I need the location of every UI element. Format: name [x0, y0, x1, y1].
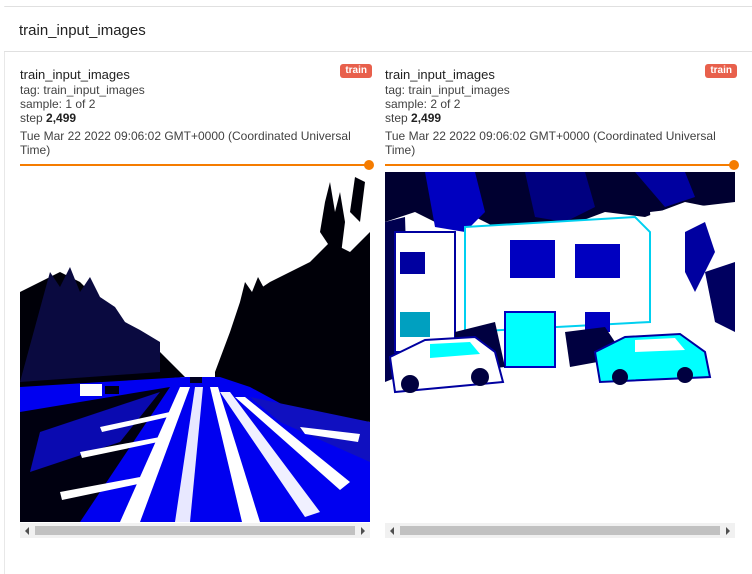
- sample-value: 2 of 2: [430, 97, 461, 111]
- card-title: train_input_images: [20, 67, 130, 82]
- step-slider[interactable]: [385, 160, 739, 170]
- slider-track: [385, 164, 733, 166]
- left-divider: [4, 6, 5, 574]
- top-divider: [4, 0, 752, 7]
- card-title: train_input_images: [385, 67, 495, 82]
- tag-line: tag: train_input_images: [20, 83, 145, 97]
- slider-thumb[interactable]: [729, 160, 739, 170]
- step-slider[interactable]: [20, 160, 374, 170]
- scroll-left-icon[interactable]: [385, 523, 400, 538]
- section-header[interactable]: train_input_images: [4, 7, 752, 52]
- scrollbar-thumb[interactable]: [35, 526, 355, 535]
- scroll-right-icon[interactable]: [720, 523, 735, 538]
- house-scene-image: [385, 172, 735, 522]
- slider-thumb[interactable]: [364, 160, 374, 170]
- horizontal-scrollbar[interactable]: [20, 523, 370, 538]
- step-line: step 2,499: [20, 111, 77, 125]
- step-line: step 2,499: [385, 111, 442, 125]
- street-scene-image: [20, 172, 370, 522]
- image-card-1: train_input_images train tag: train_inpu…: [20, 62, 374, 540]
- section-title: train_input_images: [19, 22, 146, 39]
- sample-line: sample: 2 of 2: [385, 97, 461, 111]
- sample-value: 1 of 2: [65, 97, 96, 111]
- scroll-left-icon[interactable]: [20, 523, 35, 538]
- tag-line: tag: train_input_images: [385, 83, 510, 97]
- tag-value: train_input_images: [408, 83, 510, 97]
- step-value: 2,499: [411, 111, 442, 125]
- run-badge: train: [340, 64, 372, 78]
- image-card-2: train_input_images train tag: train_inpu…: [385, 62, 739, 540]
- timestamp: Tue Mar 22 2022 09:06:02 GMT+0000 (Coord…: [20, 129, 351, 157]
- horizontal-scrollbar[interactable]: [385, 523, 735, 538]
- sample-line: sample: 1 of 2: [20, 97, 96, 111]
- scroll-right-icon[interactable]: [355, 523, 370, 538]
- step-value: 2,499: [46, 111, 77, 125]
- tag-value: train_input_images: [43, 83, 145, 97]
- run-badge: train: [705, 64, 737, 78]
- timestamp: Tue Mar 22 2022 09:06:02 GMT+0000 (Coord…: [385, 129, 716, 157]
- slider-track: [20, 164, 368, 166]
- scrollbar-thumb[interactable]: [400, 526, 720, 535]
